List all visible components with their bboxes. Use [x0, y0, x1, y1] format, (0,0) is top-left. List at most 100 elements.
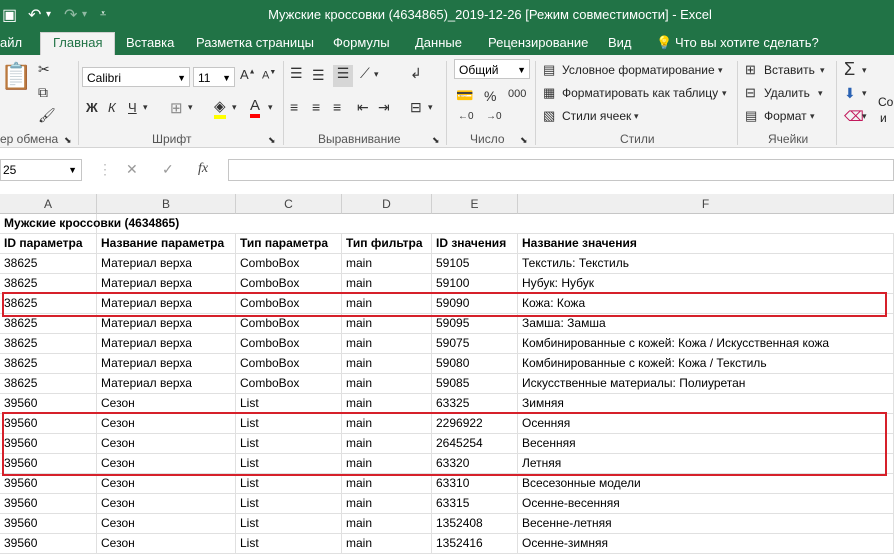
save-icon[interactable]: ▣ — [2, 5, 17, 25]
table-cell[interactable]: Осенне-зимняя — [518, 534, 894, 553]
table-cell[interactable]: Сезон — [97, 514, 236, 533]
column-header-d[interactable]: D — [342, 194, 432, 214]
table-cell[interactable]: main — [342, 414, 432, 433]
table-cell[interactable]: Всесезонные модели — [518, 474, 894, 493]
decrease-font-icon[interactable]: A▼ — [262, 69, 276, 82]
format-painter-icon[interactable]: 🖌 — [38, 107, 56, 124]
table-cell[interactable]: main — [342, 434, 432, 453]
align-center-icon[interactable]: ≡ — [312, 99, 320, 115]
table-cell[interactable]: main — [342, 274, 432, 293]
chevron-down-icon[interactable]: ▾ — [862, 111, 867, 122]
tab-file[interactable]: айл — [0, 35, 22, 50]
title-cell[interactable]: Мужские кроссовки (4634865) — [0, 214, 179, 233]
table-cell[interactable]: 59100 — [432, 274, 518, 293]
table-cell[interactable]: List — [236, 534, 342, 553]
table-cell[interactable]: main — [342, 494, 432, 513]
table-cell[interactable]: 38625 — [0, 294, 97, 313]
table-cell[interactable]: Сезон — [97, 454, 236, 473]
cell-styles-button[interactable]: Стили ячеек — [562, 109, 631, 123]
bold-button[interactable]: Ж — [86, 100, 98, 115]
table-cell[interactable]: Материал верха — [97, 294, 236, 313]
table-cell[interactable]: Материал верха — [97, 274, 236, 293]
table-cell[interactable]: main — [342, 314, 432, 333]
undo-dropdown-icon[interactable]: ▾ — [46, 9, 51, 20]
table-cell[interactable]: Осенне-весенняя — [518, 494, 894, 513]
column-header-e[interactable]: E — [432, 194, 518, 214]
table-cell[interactable]: 1352408 — [432, 514, 518, 533]
table-cell[interactable]: 39560 — [0, 454, 97, 473]
sort-filter-label[interactable]: Со — [878, 95, 893, 109]
chevron-down-icon[interactable]: ▾ — [818, 88, 823, 99]
tab-insert[interactable]: Вставка — [126, 35, 174, 50]
table-cell[interactable]: Весенне-летняя — [518, 514, 894, 533]
table-cell[interactable]: main — [342, 394, 432, 413]
table-cell[interactable]: 63320 — [432, 454, 518, 473]
table-cell[interactable]: 59080 — [432, 354, 518, 373]
chevron-down-icon[interactable]: ▾ — [268, 102, 273, 113]
chevron-down-icon[interactable]: ▾ — [188, 102, 193, 113]
table-cell[interactable]: 63325 — [432, 394, 518, 413]
table-cell[interactable]: List — [236, 494, 342, 513]
table-cell[interactable]: List — [236, 514, 342, 533]
font-name-select[interactable]: Calibri ▼ — [82, 67, 190, 87]
table-cell[interactable]: main — [342, 514, 432, 533]
table-cell[interactable]: 38625 — [0, 314, 97, 333]
autosum-icon[interactable]: Σ — [844, 59, 855, 80]
wrap-text-icon[interactable]: ↲ — [410, 65, 422, 82]
currency-icon[interactable]: 💳 — [456, 87, 473, 104]
percent-icon[interactable]: % — [484, 88, 496, 104]
borders-icon[interactable]: ⊞ — [170, 99, 183, 117]
header-cell[interactable]: ID параметра — [0, 234, 97, 253]
chevron-down-icon[interactable]: ▾ — [862, 65, 867, 76]
table-cell[interactable]: 39560 — [0, 394, 97, 413]
cancel-icon[interactable]: ✕ — [126, 161, 138, 178]
chevron-down-icon[interactable]: ▾ — [143, 102, 148, 113]
table-cell[interactable]: Материал верха — [97, 314, 236, 333]
table-cell[interactable]: Нубук: Нубук — [518, 274, 894, 293]
underline-button[interactable]: Ч — [128, 100, 137, 115]
customize-qat-icon[interactable]: ⩡ — [100, 8, 106, 21]
tab-view[interactable]: Вид — [608, 35, 632, 50]
copy-icon[interactable]: ⧉ — [38, 84, 48, 101]
table-cell[interactable]: ComboBox — [236, 254, 342, 273]
table-cell[interactable]: 2645254 — [432, 434, 518, 453]
table-cell[interactable]: 39560 — [0, 534, 97, 553]
orientation-icon[interactable]: ⟋ — [360, 65, 370, 82]
header-cell[interactable]: Название параметра — [97, 234, 236, 253]
merge-center-icon[interactable]: ⊟ — [410, 99, 422, 116]
table-cell[interactable]: main — [342, 334, 432, 353]
table-cell[interactable]: Материал верха — [97, 334, 236, 353]
table-cell[interactable]: Летняя — [518, 454, 894, 473]
table-cell[interactable]: ComboBox — [236, 314, 342, 333]
conditional-formatting-button[interactable]: Условное форматирование — [562, 63, 715, 77]
align-bottom-icon[interactable]: ☰ — [333, 65, 353, 87]
table-cell[interactable]: Зимняя — [518, 394, 894, 413]
table-cell[interactable]: Замша: Замша — [518, 314, 894, 333]
table-cell[interactable]: Весенняя — [518, 434, 894, 453]
table-cell[interactable]: main — [342, 374, 432, 393]
table-cell[interactable]: Материал верха — [97, 374, 236, 393]
table-cell[interactable]: Комбинированные с кожей: Кожа / Текстиль — [518, 354, 894, 373]
align-left-icon[interactable]: ≡ — [290, 99, 298, 115]
table-cell[interactable]: Материал верха — [97, 354, 236, 373]
table-cell[interactable]: ComboBox — [236, 274, 342, 293]
tab-home[interactable]: Главная — [40, 32, 116, 56]
chevron-down-icon[interactable]: ▾ — [428, 102, 433, 113]
increase-indent-icon[interactable]: ⇥ — [378, 99, 390, 116]
table-cell[interactable]: Сезон — [97, 394, 236, 413]
number-launcher-icon[interactable]: ⬊ — [520, 135, 528, 146]
table-cell[interactable]: Сезон — [97, 474, 236, 493]
table-cell[interactable]: main — [342, 254, 432, 273]
table-cell[interactable]: ComboBox — [236, 374, 342, 393]
table-cell[interactable]: 59075 — [432, 334, 518, 353]
table-cell[interactable]: 59105 — [432, 254, 518, 273]
table-cell[interactable]: 63310 — [432, 474, 518, 493]
insert-function-button[interactable]: fx — [198, 161, 208, 177]
table-cell[interactable]: List — [236, 434, 342, 453]
chevron-down-icon[interactable]: ▾ — [862, 88, 867, 99]
table-cell[interactable]: 2296922 — [432, 414, 518, 433]
table-cell[interactable]: main — [342, 354, 432, 373]
insert-cells-button[interactable]: Вставить — [764, 63, 815, 77]
table-cell[interactable]: 59090 — [432, 294, 518, 313]
table-cell[interactable]: Сезон — [97, 494, 236, 513]
